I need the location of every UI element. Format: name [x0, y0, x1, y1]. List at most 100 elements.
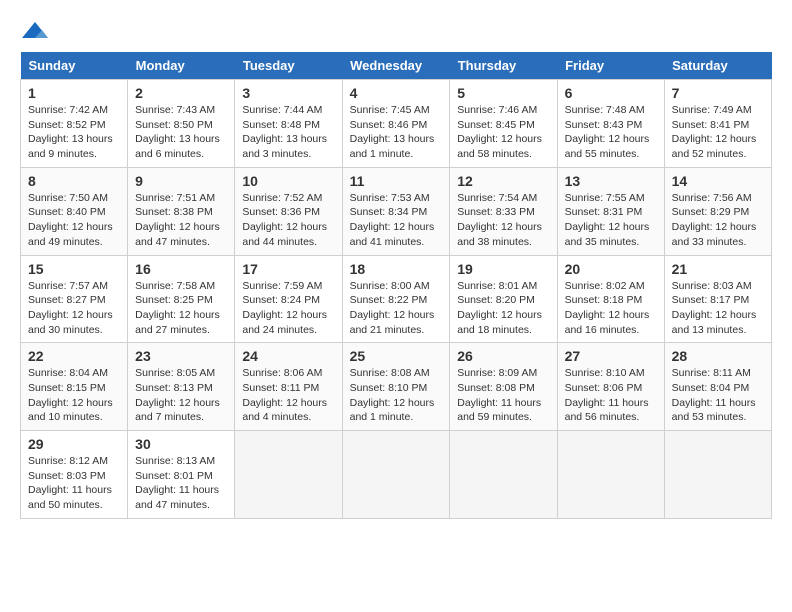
day-cell-21: 21 Sunrise: 8:03 AMSunset: 8:17 PMDayligh…	[664, 255, 771, 343]
day-cell-24: 24Sunrise: 8:06 AMSunset: 8:11 PMDayligh…	[235, 343, 342, 431]
sunrise-label: Sunrise: 7:50 AM	[28, 192, 108, 204]
sunset-label: Sunset: 8:33 PM	[457, 206, 535, 218]
sunset-label: Sunset: 8:25 PM	[135, 294, 213, 306]
daylight-label: Daylight: 12 hours and 16 minutes.	[565, 309, 650, 336]
week-row-3: 15Sunrise: 7:57 AMSunset: 8:27 PMDayligh…	[21, 255, 772, 343]
daylight-label: Daylight: 13 hours and 1 minute.	[350, 133, 435, 160]
sunrise-label: Sunrise: 7:44 AM	[242, 104, 322, 116]
day-number: 21	[672, 261, 764, 277]
day-info: Sunrise: 8:11 AMSunset: 8:04 PMDaylight:…	[672, 366, 764, 425]
sunset-label: Sunset: 8:31 PM	[565, 206, 643, 218]
col-header-thursday: Thursday	[450, 52, 557, 80]
day-cell-9: 9Sunrise: 7:51 AMSunset: 8:38 PMDaylight…	[128, 167, 235, 255]
day-number: 22	[28, 348, 120, 364]
sunrise-label: Sunrise: 8:01 AM	[457, 280, 537, 292]
sunset-label: Sunset: 8:15 PM	[28, 382, 106, 394]
sunset-label: Sunset: 8:43 PM	[565, 119, 643, 131]
sunrise-label: Sunrise: 8:04 AM	[28, 367, 108, 379]
day-cell-25: 25 Sunrise: 8:08 AMSunset: 8:10 PMDayligh…	[342, 343, 450, 431]
day-info: Sunrise: 8:12 AMSunset: 8:03 PMDaylight:…	[28, 454, 120, 513]
day-number: 8	[28, 173, 120, 189]
sunrise-label: Sunrise: 7:55 AM	[565, 192, 645, 204]
day-number: 12	[457, 173, 549, 189]
day-cell-16: 16Sunrise: 7:58 AMSunset: 8:25 PMDayligh…	[128, 255, 235, 343]
week-row-2: 8 Sunrise: 7:50 AMSunset: 8:40 PMDaylight…	[21, 167, 772, 255]
col-header-monday: Monday	[128, 52, 235, 80]
day-number: 25	[350, 348, 443, 364]
day-number: 27	[565, 348, 657, 364]
sunrise-label: Sunrise: 8:08 AM	[350, 367, 430, 379]
sunset-label: Sunset: 8:46 PM	[350, 119, 428, 131]
empty-cell	[557, 431, 664, 519]
sunrise-label: Sunrise: 7:58 AM	[135, 280, 215, 292]
day-number: 16	[135, 261, 227, 277]
day-number: 20	[565, 261, 657, 277]
daylight-label: Daylight: 11 hours and 56 minutes.	[565, 397, 649, 424]
day-info: Sunrise: 7:53 AMSunset: 8:34 PMDaylight:…	[350, 191, 443, 250]
empty-cell	[235, 431, 342, 519]
day-cell-3: 3Sunrise: 7:44 AMSunset: 8:48 PMDaylight…	[235, 80, 342, 168]
sunrise-label: Sunrise: 8:11 AM	[672, 367, 751, 379]
day-cell-30: 30Sunrise: 8:13 AMSunset: 8:01 PMDayligh…	[128, 431, 235, 519]
sunrise-label: Sunrise: 8:02 AM	[565, 280, 645, 292]
daylight-label: Daylight: 11 hours and 53 minutes.	[672, 397, 756, 424]
week-row-5: 29Sunrise: 8:12 AMSunset: 8:03 PMDayligh…	[21, 431, 772, 519]
sunrise-label: Sunrise: 7:54 AM	[457, 192, 537, 204]
day-info: Sunrise: 8:05 AMSunset: 8:13 PMDaylight:…	[135, 366, 227, 425]
day-cell-26: 26 Sunrise: 8:09 AM Sunset: 8:08 PM Dayligh…	[450, 343, 557, 431]
daylight-label: Daylight: 12 hours and 24 minutes.	[242, 309, 327, 336]
daylight-label: Daylight: 12 hours and 33 minutes.	[672, 221, 757, 248]
day-number: 26	[457, 348, 549, 364]
week-row-4: 22 Sunrise: 8:04 AM Sunset: 8:15 PM Dayligh…	[21, 343, 772, 431]
daylight-label: Daylight: 12 hours and 21 minutes.	[350, 309, 435, 336]
day-number: 2	[135, 85, 227, 101]
day-info: Sunrise: 8:03 AMSunset: 8:17 PMDaylight:…	[672, 279, 764, 338]
day-number: 9	[135, 173, 227, 189]
day-info: Sunrise: 8:00 AMSunset: 8:22 PMDaylight:…	[350, 279, 443, 338]
daylight-label: Daylight: 11 hours and 47 minutes.	[135, 484, 219, 511]
sunset-label: Sunset: 8:34 PM	[350, 206, 428, 218]
sunset-label: Sunset: 8:29 PM	[672, 206, 750, 218]
sunset-label: Sunset: 8:22 PM	[350, 294, 428, 306]
sunrise-label: Sunrise: 7:56 AM	[672, 192, 752, 204]
day-info: Sunrise: 8:08 AMSunset: 8:10 PMDaylight:…	[350, 366, 443, 425]
daylight-label: Daylight: 11 hours and 59 minutes.	[457, 397, 541, 424]
sunrise-label: Sunrise: 7:45 AM	[350, 104, 430, 116]
daylight-label: Daylight: 12 hours and 10 minutes.	[28, 397, 113, 424]
day-cell-13: 13Sunrise: 7:55 AMSunset: 8:31 PMDayligh…	[557, 167, 664, 255]
day-info: Sunrise: 7:46 AMSunset: 8:45 PMDaylight:…	[457, 103, 549, 162]
empty-cell	[664, 431, 771, 519]
day-number: 7	[672, 85, 764, 101]
daylight-label: Daylight: 12 hours and 58 minutes.	[457, 133, 542, 160]
day-info: Sunrise: 7:54 AMSunset: 8:33 PMDaylight:…	[457, 191, 549, 250]
col-header-wednesday: Wednesday	[342, 52, 450, 80]
sunset-label: Sunset: 8:08 PM	[457, 382, 535, 394]
daylight-label: Daylight: 12 hours and 55 minutes.	[565, 133, 650, 160]
sunrise-label: Sunrise: 8:06 AM	[242, 367, 322, 379]
day-number: 5	[457, 85, 549, 101]
sunset-label: Sunset: 8:13 PM	[135, 382, 213, 394]
day-info: Sunrise: 8:09 AM Sunset: 8:08 PM Daylight:…	[457, 366, 549, 425]
day-info: Sunrise: 8:01 AMSunset: 8:20 PMDaylight:…	[457, 279, 549, 338]
sunset-label: Sunset: 8:48 PM	[242, 119, 320, 131]
day-info: Sunrise: 7:45 AM Sunset: 8:46 PM Daylight:…	[350, 103, 443, 162]
day-number: 6	[565, 85, 657, 101]
day-info: Sunrise: 8:13 AMSunset: 8:01 PMDaylight:…	[135, 454, 227, 513]
daylight-label: Daylight: 12 hours and 7 minutes.	[135, 397, 220, 424]
day-info: Sunrise: 7:48 AM Sunset: 8:43 PM Daylight:…	[565, 103, 657, 162]
daylight-label: Daylight: 12 hours and 44 minutes.	[242, 221, 327, 248]
day-number: 13	[565, 173, 657, 189]
day-number: 23	[135, 348, 227, 364]
col-header-friday: Friday	[557, 52, 664, 80]
sunrise-label: Sunrise: 7:43 AM	[135, 104, 215, 116]
day-number: 14	[672, 173, 764, 189]
day-info: Sunrise: 7:50 AMSunset: 8:40 PMDaylight:…	[28, 191, 120, 250]
sunrise-label: Sunrise: 8:13 AM	[135, 455, 215, 467]
day-cell-22: 22 Sunrise: 8:04 AM Sunset: 8:15 PM Dayligh…	[21, 343, 128, 431]
col-header-sunday: Sunday	[21, 52, 128, 80]
empty-cell	[450, 431, 557, 519]
day-cell-5: 5 Sunrise: 7:46 AMSunset: 8:45 PMDaylight…	[450, 80, 557, 168]
day-number: 17	[242, 261, 334, 277]
sunrise-label: Sunrise: 8:09 AM	[457, 367, 537, 379]
sunrise-label: Sunrise: 7:48 AM	[565, 104, 645, 116]
